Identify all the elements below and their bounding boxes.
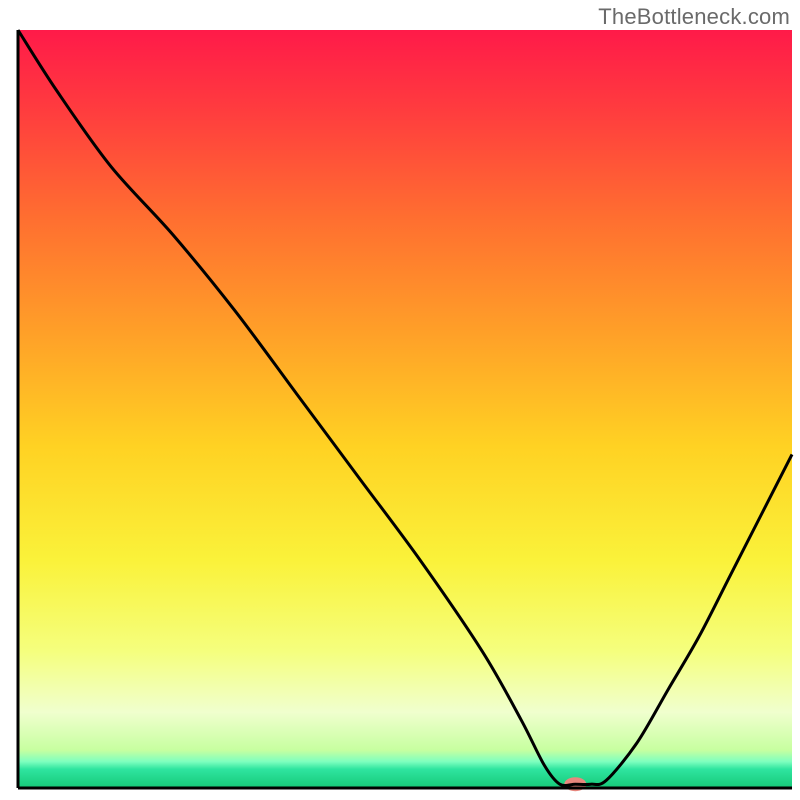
bottleneck-chart: TheBottleneck.com [0, 0, 800, 800]
watermark-text: TheBottleneck.com [598, 4, 790, 30]
chart-svg [0, 0, 800, 800]
